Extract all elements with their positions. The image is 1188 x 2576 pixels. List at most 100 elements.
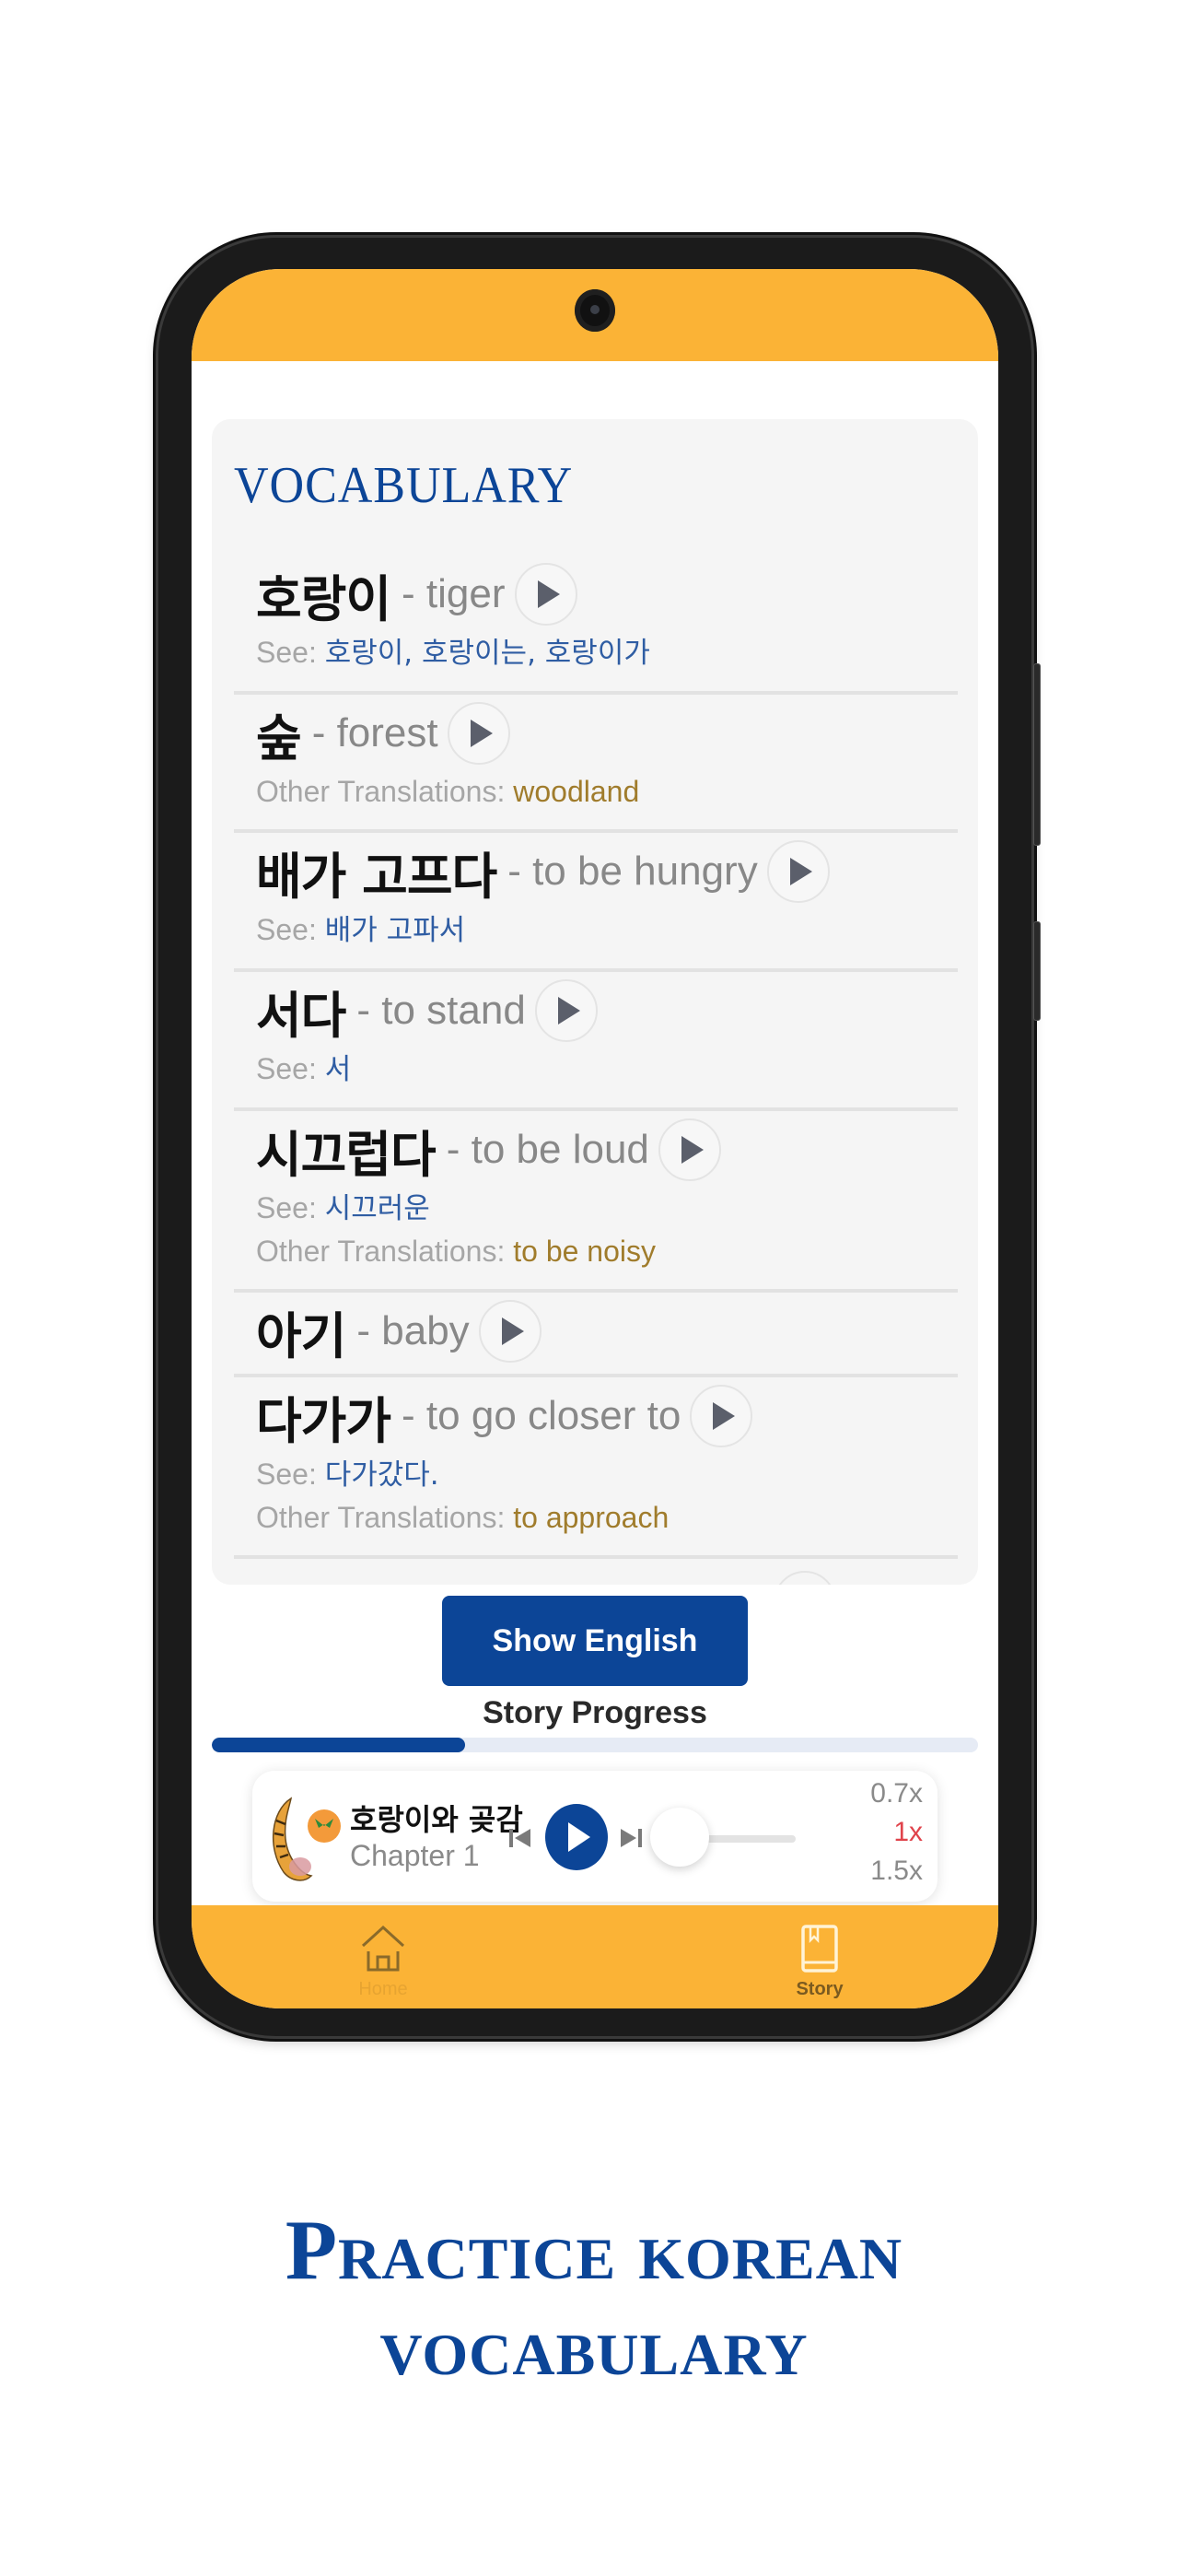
vocab-see-line: See: 배가 고파서 <box>256 908 958 952</box>
vocab-english-meaning: - to go closer to <box>402 1393 681 1438</box>
speed-option-0.7x[interactable]: 0.7x <box>870 1778 923 1809</box>
promo-headline-line-2: vocabulary <box>379 2299 809 2393</box>
promo-headline: Practice korean vocabulary <box>0 2202 1188 2394</box>
vocab-other-translations-line: Other Translations: woodland <box>256 770 958 813</box>
play-audio-button[interactable] <box>766 840 830 903</box>
vocab-entry: 배가 고프다 - to be hungry See: 배가 고파서 <box>234 833 958 972</box>
nav-label-story: Story <box>796 1979 844 1999</box>
other-translations-label: Other Translations: <box>256 1235 514 1268</box>
play-audio-button[interactable] <box>514 563 577 626</box>
vocab-korean-word: 서다 <box>256 986 346 1045</box>
vocab-entry: 호랑이 - tiger See: 호랑이, 호랑이는, 호랑이가 <box>234 556 958 695</box>
next-track-icon[interactable] <box>617 1824 645 1852</box>
other-translations-label: Other Translations: <box>256 1501 514 1534</box>
vocab-entry: 숲- forest Other Translations: woodland <box>234 695 958 833</box>
vocab-korean-word: 시끄럽다 <box>256 1125 437 1184</box>
story-progress-label: Story Progress <box>483 1695 707 1730</box>
vocab-entry-header: 시끄럽다 - to be loud <box>256 1113 958 1187</box>
vocab-english-meaning: - to be loud <box>446 1127 649 1172</box>
see-label: See: <box>256 1052 325 1085</box>
play-icon <box>501 1317 524 1345</box>
play-icon <box>713 1402 736 1430</box>
play-icon <box>789 858 812 885</box>
see-forms-link[interactable]: 배가 고파서 <box>325 914 465 947</box>
vocab-other-translations-line: Other Translations: to approach <box>256 1496 958 1539</box>
see-label: See: <box>256 1191 325 1224</box>
story-title: 호랑이와 곶감 <box>350 1802 523 1837</box>
vocab-entry: 아기 - baby <box>234 1293 958 1377</box>
status-bar <box>192 269 998 361</box>
bottom-navigation: Home Story <box>192 1905 998 2008</box>
vocab-entry-header: 아기 - baby <box>256 1294 958 1368</box>
vocab-entry-header: 숲- forest <box>256 697 958 770</box>
book-icon <box>801 1925 838 1973</box>
vocab-entry-header: 다가가 - to go closer to <box>256 1379 958 1453</box>
speed-option-1x-selected[interactable]: 1x <box>893 1817 923 1848</box>
vocab-see-line: See: 다가갔다. <box>256 1453 958 1496</box>
front-camera <box>575 289 615 332</box>
see-label: See: <box>256 913 325 946</box>
play-icon <box>568 1822 590 1852</box>
see-forms-link[interactable]: 서 <box>325 1053 352 1086</box>
previous-track-icon[interactable] <box>507 1824 534 1852</box>
story-progress-bar <box>212 1738 978 1752</box>
vocab-entry: 서다 - to stand See: 서 <box>234 972 958 1111</box>
vocabulary-card: VOCABULARY 호랑이 - tiger See: 호랑이, 호랑이는, 호랑이… <box>212 419 978 1585</box>
nav-label-home: Home <box>358 1979 408 1999</box>
vocab-see-line: See: 시끄러운 <box>256 1187 958 1230</box>
other-translation-value: woodland <box>513 775 640 808</box>
nav-item-home[interactable]: Home <box>319 1924 448 2000</box>
vocab-korean-word: 아기 <box>256 1306 346 1365</box>
vocab-english-meaning: - baby <box>356 1308 470 1353</box>
speed-option-1.5x[interactable]: 1.5x <box>870 1856 923 1887</box>
play-audio-button[interactable] <box>658 1118 721 1181</box>
vocab-english-meaning: - forest <box>311 710 438 755</box>
play-icon <box>557 997 580 1025</box>
see-forms-link[interactable]: 시끄러운 <box>325 1192 430 1225</box>
see-forms-link[interactable]: 호랑이, 호랑이는, 호랑이가 <box>325 637 650 670</box>
story-cover-icon[interactable] <box>263 1793 346 1885</box>
other-translation-value: to approach <box>513 1501 670 1534</box>
play-pause-button[interactable] <box>545 1804 608 1870</box>
play-audio-button-partial[interactable] <box>774 1571 836 1585</box>
see-forms-link[interactable]: 다가갔다. <box>325 1458 439 1492</box>
phone-frame: VOCABULARY 호랑이 - tiger See: 호랑이, 호랑이는, 호랑이… <box>158 238 1041 2036</box>
vocabulary-list: 호랑이 - tiger See: 호랑이, 호랑이는, 호랑이가 숲 - forest O… <box>234 556 958 1559</box>
nav-item-story[interactable]: Story <box>755 1924 884 2000</box>
play-icon <box>681 1136 704 1164</box>
vocab-korean-word: 호랑이 <box>256 569 391 628</box>
story-progress-fill <box>212 1738 465 1752</box>
see-label: See: <box>256 636 325 669</box>
story-chapter: Chapter 1 <box>350 1839 480 1872</box>
vocab-korean-word: 다가가 <box>256 1391 391 1450</box>
vocab-see-line: See: 호랑이, 호랑이는, 호랑이가 <box>256 631 958 674</box>
vocab-entry: 다가가 - to go closer to See: 다가갔다. Other Tran… <box>234 1377 958 1559</box>
vocab-entry-header: 호랑이 - tiger <box>256 557 958 631</box>
vocab-english-meaning: - tiger <box>402 571 506 616</box>
volume-button <box>1033 663 1041 846</box>
other-translation-value: to be noisy <box>513 1235 656 1268</box>
vocab-other-translations-line: Other Translations: to be noisy <box>256 1230 958 1272</box>
playback-slider-thumb[interactable] <box>650 1808 709 1867</box>
vocab-entry-header: 서다 - to stand <box>256 974 958 1048</box>
play-audio-button[interactable] <box>478 1300 542 1363</box>
vocab-english-meaning: - to stand <box>356 988 526 1033</box>
vocab-korean-word: 숲 <box>256 708 302 767</box>
play-icon <box>537 580 560 608</box>
vocab-see-line: See: 서 <box>256 1048 958 1091</box>
other-translations-label: Other Translations: <box>256 775 514 808</box>
audio-player: 호랑이와 곶감 Chapter 1 0.7x 1x 1.5x <box>252 1771 938 1902</box>
vocab-korean-word: 배가 고프다 <box>256 847 497 906</box>
vocab-entry-header: 배가 고프다 - to be hungry <box>256 835 958 908</box>
vocab-english-meaning: - to be hungry <box>507 849 758 894</box>
show-english-button[interactable]: Show English <box>442 1596 748 1686</box>
play-audio-button[interactable] <box>690 1385 753 1447</box>
play-audio-button[interactable] <box>534 979 598 1042</box>
vocab-entry: 시끄럽다 - to be loud See: 시끄러운 Other Translati… <box>234 1111 958 1293</box>
phone-screen: VOCABULARY 호랑이 - tiger See: 호랑이, 호랑이는, 호랑이… <box>192 269 998 2008</box>
promo-headline-line-1: Practice korean <box>285 2203 903 2297</box>
play-audio-button[interactable] <box>447 702 510 765</box>
vocabulary-title: VOCABULARY <box>234 457 574 514</box>
power-button <box>1033 921 1041 1021</box>
home-icon <box>361 1925 405 1972</box>
